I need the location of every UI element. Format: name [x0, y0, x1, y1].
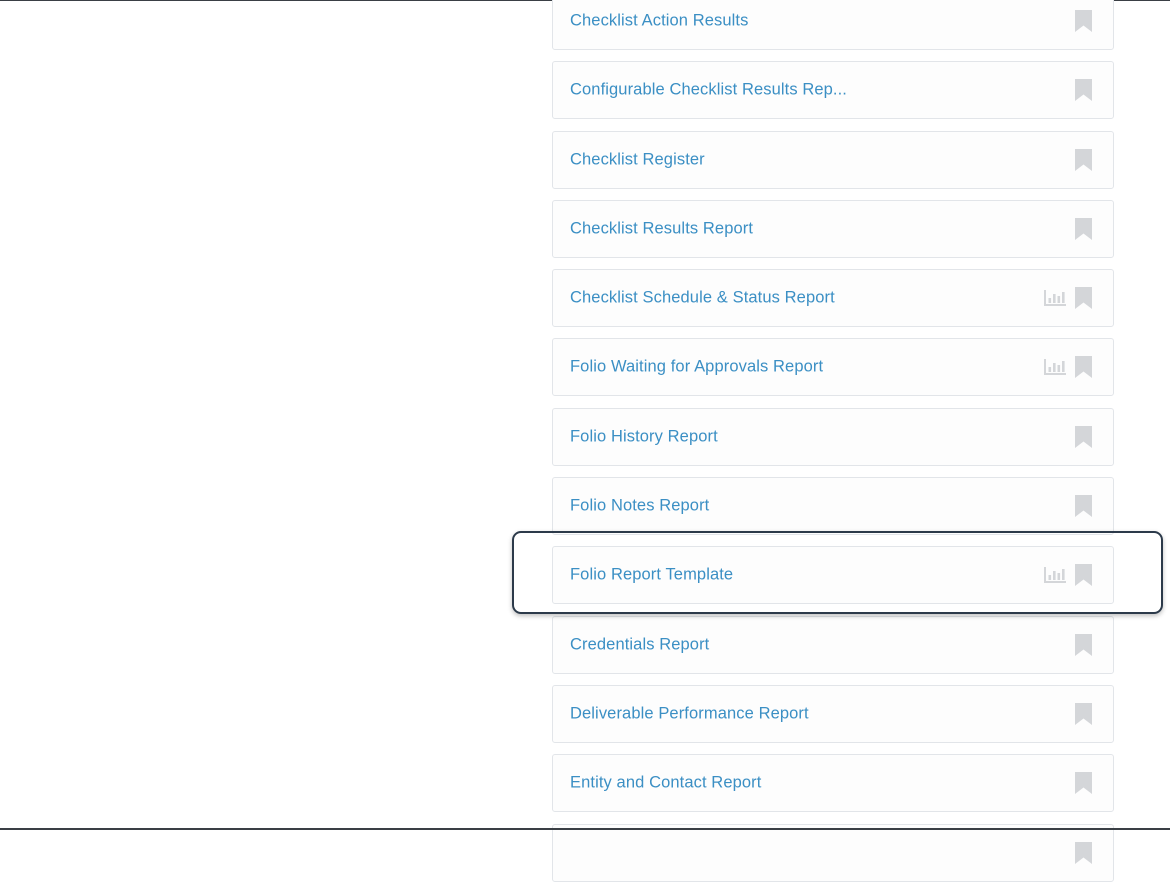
report-card-10[interactable]: Deliverable Performance Report — [552, 684, 1114, 743]
bar-chart-icon[interactable] — [1044, 359, 1066, 376]
report-title[interactable]: Folio Waiting for Approvals Report — [570, 358, 823, 377]
bar-chart-icon[interactable] — [1044, 567, 1066, 584]
report-card-7[interactable]: Folio Notes Report — [552, 477, 1114, 536]
bookmark-icon[interactable] — [1075, 772, 1092, 795]
report-card-0[interactable]: Checklist Action Results — [552, 0, 1114, 50]
bookmark-icon[interactable] — [1075, 702, 1092, 725]
report-list: Checklist Action Results Configurable Ch… — [552, 0, 1114, 893]
report-title[interactable]: Checklist Schedule & Status Report — [570, 289, 835, 308]
report-card-8[interactable]: Folio Report Template — [552, 546, 1114, 605]
report-card-5[interactable]: Folio Waiting for Approvals Report — [552, 338, 1114, 397]
report-card-6[interactable]: Folio History Report — [552, 407, 1114, 466]
bookmark-icon[interactable] — [1075, 841, 1092, 864]
report-card-2[interactable]: Checklist Register — [552, 130, 1114, 189]
bookmark-icon[interactable] — [1075, 287, 1092, 310]
report-title[interactable]: Entity and Contact Report — [570, 774, 761, 793]
report-title[interactable]: Folio Notes Report — [570, 497, 709, 516]
report-card-4[interactable]: Checklist Schedule & Status Report — [552, 269, 1114, 328]
report-title[interactable]: Checklist Results Report — [570, 219, 753, 238]
report-card-9[interactable]: Credentials Report — [552, 615, 1114, 674]
report-title[interactable]: Configurable Checklist Results Rep... — [570, 81, 847, 100]
bookmark-icon[interactable] — [1075, 10, 1092, 32]
bookmark-icon[interactable] — [1075, 148, 1092, 171]
report-title[interactable]: Deliverable Performance Report — [570, 704, 809, 723]
report-card-1[interactable]: Configurable Checklist Results Rep... — [552, 61, 1114, 120]
bookmark-icon[interactable] — [1075, 425, 1092, 448]
bookmark-icon[interactable] — [1075, 564, 1092, 587]
report-title[interactable]: Folio History Report — [570, 427, 718, 446]
bookmark-icon[interactable] — [1075, 495, 1092, 518]
bookmark-icon[interactable] — [1075, 356, 1092, 379]
bookmark-icon[interactable] — [1075, 79, 1092, 102]
bar-chart-icon[interactable] — [1044, 290, 1066, 307]
report-card-3[interactable]: Checklist Results Report — [552, 199, 1114, 258]
report-title[interactable]: Checklist Action Results — [570, 12, 748, 31]
report-card-11[interactable]: Entity and Contact Report — [552, 754, 1114, 813]
report-title[interactable]: Checklist Register — [570, 150, 705, 169]
report-title[interactable]: Folio Report Template — [570, 566, 733, 585]
bookmark-icon[interactable] — [1075, 217, 1092, 240]
report-card-12[interactable] — [552, 823, 1114, 882]
bookmark-icon[interactable] — [1075, 633, 1092, 656]
report-title[interactable]: Credentials Report — [570, 635, 709, 654]
